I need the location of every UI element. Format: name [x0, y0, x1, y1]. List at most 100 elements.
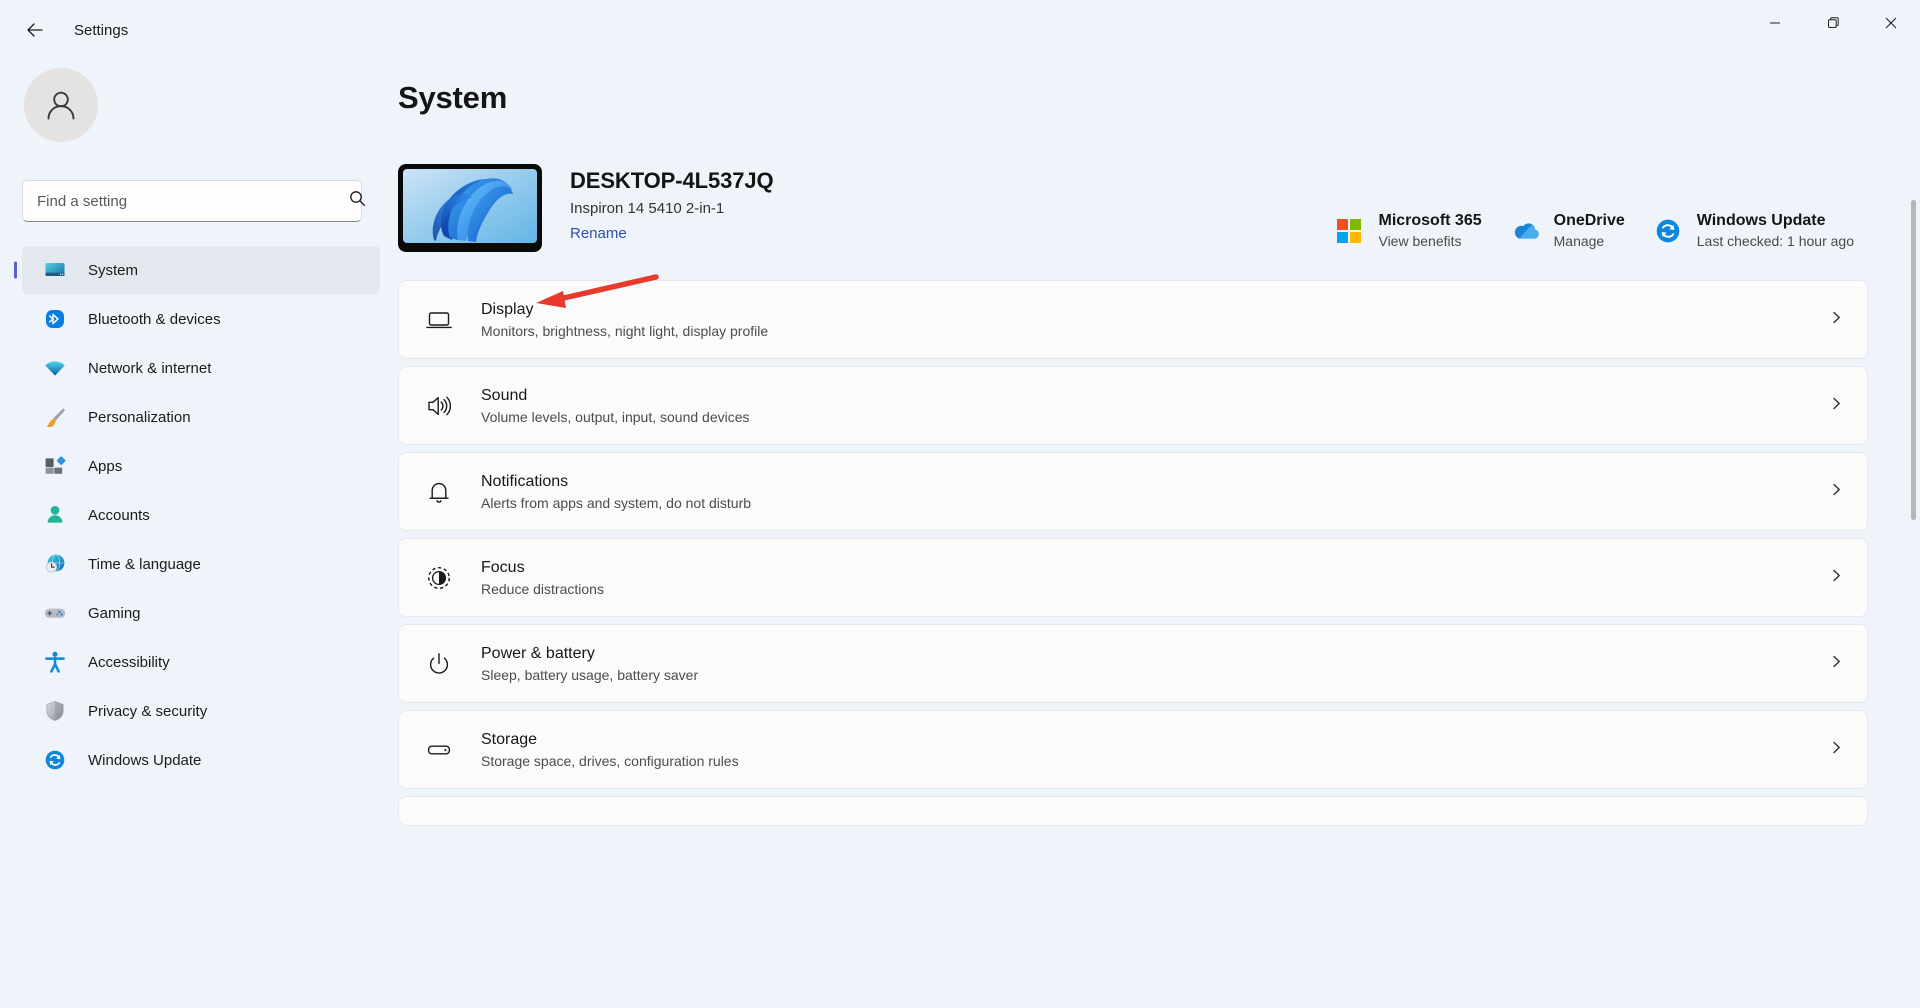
search-box[interactable]: [22, 180, 380, 222]
sidebar-item-accounts[interactable]: Accounts: [22, 491, 380, 539]
sidebar-item-windows-update[interactable]: Windows Update: [22, 736, 380, 784]
account-icon: [42, 502, 68, 528]
sidebar-item-time-language[interactable]: Time & language: [22, 540, 380, 588]
settings-row-title: Storage: [481, 730, 538, 748]
settings-row-subtitle: Sleep, battery usage, battery saver: [481, 666, 699, 683]
settings-row-title: Focus: [481, 558, 525, 576]
storage-icon: [419, 735, 459, 765]
sidebar-item-personalization[interactable]: Personalization: [22, 393, 380, 441]
main-content: System DESKTOP-4L537JQ Inspiron 14 5410 …: [398, 60, 1920, 1008]
minimize-icon: [1770, 22, 1780, 24]
monitor-icon: [42, 257, 68, 283]
settings-row-display[interactable]: Display Monitors, brightness, night ligh…: [398, 280, 1868, 359]
speaker-icon: [419, 391, 459, 421]
settings-row-title: Power & battery: [481, 644, 595, 662]
settings-row-partial[interactable]: [398, 796, 1868, 826]
sidebar-item-network-internet[interactable]: Network & internet: [22, 344, 380, 392]
settings-row-subtitle: Alerts from apps and system, do not dist…: [481, 494, 752, 511]
rename-link[interactable]: Rename: [570, 225, 627, 242]
maximize-icon: [1828, 17, 1839, 28]
sidebar-item-label: Accounts: [88, 506, 150, 524]
quick-link-title: Windows Update: [1696, 212, 1826, 229]
sidebar-item-label: Apps: [88, 457, 123, 475]
sidebar-item-accessibility[interactable]: Accessibility: [22, 638, 380, 686]
shield-icon: [42, 698, 68, 724]
sidebar-item-label: Network & internet: [88, 359, 212, 377]
quick-link-subtitle: Manage: [1553, 233, 1605, 249]
sidebar-nav: System Bluetooth & devices Network & int…: [22, 246, 380, 784]
user-avatar-icon: [47, 91, 75, 120]
settings-row-subtitle: Monitors, brightness, night light, displ…: [481, 322, 769, 339]
scrollbar-thumb[interactable]: [1911, 200, 1916, 520]
sidebar-item-label: Windows Update: [88, 751, 202, 769]
accessibility-icon: [42, 649, 68, 675]
chevron-right-icon: [1829, 396, 1849, 416]
update-icon: [42, 747, 68, 773]
minimize-button[interactable]: [1746, 0, 1804, 46]
quick-link-onedrive[interactable]: OneDrive Manage: [1496, 204, 1639, 257]
quick-link-subtitle: Last checked: 1 hour ago: [1696, 233, 1854, 249]
sidebar-item-label: Time & language: [88, 555, 201, 573]
device-meta: DESKTOP-4L537JQ Inspiron 14 5410 2-in-1 …: [570, 164, 774, 243]
bluetooth-icon: [42, 306, 68, 332]
windows-bloom-wallpaper: [403, 169, 537, 243]
bell-icon: [419, 477, 459, 507]
settings-row-notifications[interactable]: Notifications Alerts from apps and syste…: [398, 452, 1868, 531]
page-title: System: [398, 80, 508, 115]
sidebar-item-apps[interactable]: Apps: [22, 442, 380, 490]
settings-row-subtitle: Volume levels, output, input, sound devi…: [481, 408, 750, 425]
scrollbar[interactable]: [1911, 200, 1916, 860]
sidebar-item-label: Gaming: [88, 604, 141, 622]
quick-link-microsoft-365[interactable]: Microsoft 365 View benefits: [1320, 204, 1495, 257]
microsoft-logo-icon: [1334, 216, 1364, 246]
quick-link-windows-update[interactable]: Windows Update Last checked: 1 hour ago: [1639, 204, 1868, 257]
quick-link-title: OneDrive: [1553, 212, 1625, 229]
sidebar-item-label: Bluetooth & devices: [88, 310, 221, 328]
settings-row-subtitle: Storage space, drives, configuration rul…: [481, 752, 739, 769]
sidebar-item-system[interactable]: System: [22, 246, 380, 294]
onedrive-cloud-icon: [1510, 216, 1540, 246]
focus-icon: [419, 563, 459, 593]
window-controls: [1746, 0, 1920, 46]
quick-links: Microsoft 365 View benefits OneDrive Man…: [1320, 204, 1868, 257]
quick-link-subtitle: View benefits: [1378, 233, 1462, 249]
title-bar: Settings: [0, 0, 1920, 60]
chevron-right-icon: [1829, 568, 1849, 588]
sidebar-item-label: System: [88, 261, 139, 279]
apps-icon: [42, 453, 68, 479]
maximize-button[interactable]: [1804, 0, 1862, 46]
close-button[interactable]: [1862, 0, 1920, 46]
clock-globe-icon: [42, 551, 68, 577]
chevron-right-icon: [1829, 310, 1849, 330]
device-thumbnail: [398, 164, 542, 252]
update-icon: [1653, 216, 1683, 246]
settings-row-focus[interactable]: Focus Reduce distractions: [398, 538, 1868, 617]
sidebar-item-label: Personalization: [88, 408, 191, 426]
settings-row-title: Sound: [481, 386, 528, 404]
back-arrow-icon: [27, 23, 43, 37]
device-model: Inspiron 14 5410 2-in-1: [570, 200, 725, 217]
settings-list: Display Monitors, brightness, night ligh…: [398, 280, 1920, 826]
avatar[interactable]: [24, 68, 98, 142]
search-input[interactable]: [22, 180, 362, 222]
settings-row-power-battery[interactable]: Power & battery Sleep, battery usage, ba…: [398, 624, 1868, 703]
settings-row-sound[interactable]: Sound Volume levels, output, input, soun…: [398, 366, 1868, 445]
power-icon: [419, 649, 459, 679]
sidebar-item-bluetooth-devices[interactable]: Bluetooth & devices: [22, 295, 380, 343]
chevron-right-icon: [1829, 654, 1849, 674]
settings-row-title: Display: [481, 300, 534, 318]
chevron-right-icon: [1829, 740, 1849, 760]
close-icon: [1885, 17, 1897, 29]
app-title: Settings: [74, 21, 129, 39]
device-name: DESKTOP-4L537JQ: [570, 168, 774, 193]
gamepad-icon: [42, 600, 68, 626]
paintbrush-icon: [42, 404, 68, 430]
back-button[interactable]: [12, 11, 58, 49]
sidebar-item-label: Privacy & security: [88, 702, 208, 720]
sidebar-item-label: Accessibility: [88, 653, 170, 671]
settings-row-subtitle: Reduce distractions: [481, 580, 604, 597]
settings-row-storage[interactable]: Storage Storage space, drives, configura…: [398, 710, 1868, 789]
sidebar-item-privacy-security[interactable]: Privacy & security: [22, 687, 380, 735]
sidebar: System Bluetooth & devices: [0, 60, 398, 1008]
sidebar-item-gaming[interactable]: Gaming: [22, 589, 380, 637]
